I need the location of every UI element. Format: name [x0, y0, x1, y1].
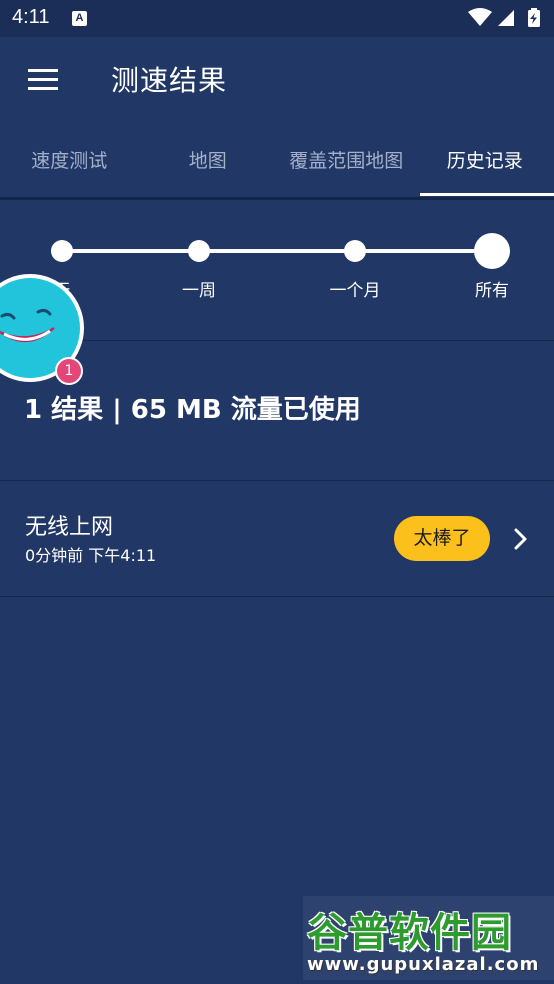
tab-coverage-map[interactable]: 覆盖范围地图 [277, 123, 416, 198]
range-track[interactable] [62, 249, 492, 253]
range-label-month: 一个月 [329, 281, 381, 301]
range-label-all: 所有 [475, 281, 509, 301]
section-divider [0, 596, 554, 597]
battery-icon [528, 8, 540, 27]
range-stop-month[interactable] [344, 240, 366, 262]
page-title: 测速结果 [111, 64, 228, 97]
tab-speed-test[interactable]: 速度测试 [0, 123, 139, 198]
chevron-right-icon[interactable] [512, 527, 530, 551]
signal-icon [498, 10, 514, 26]
status-icons [468, 8, 540, 27]
range-stop-week[interactable] [188, 240, 210, 262]
status-bar: 4:11 A [0, 0, 554, 37]
result-list-item[interactable]: 无线上网 0分钟前 下午4:11 太棒了 [0, 481, 554, 596]
tabs-divider [0, 197, 554, 200]
result-timestamp: 0分钟前 下午4:11 [25, 546, 157, 565]
notification-badge: 1 [55, 357, 83, 385]
hamburger-menu-icon[interactable] [26, 69, 60, 93]
range-label-week: 一周 [182, 281, 216, 301]
tab-bar: 速度测试 地图 覆盖范围地图 历史记录 [0, 123, 554, 198]
tab-history[interactable]: 历史记录 [416, 123, 554, 198]
range-stop-day[interactable] [51, 240, 73, 262]
app-bar: 测速结果 [0, 37, 554, 123]
wifi-icon [468, 8, 492, 26]
result-connection-name: 无线上网 [25, 515, 114, 540]
watermark-title: 谷普软件园 [307, 910, 512, 956]
results-summary: 1 结果 | 65 MB 流量已使用 [24, 395, 361, 425]
tab-map[interactable]: 地图 [139, 123, 278, 198]
range-stop-all[interactable] [474, 233, 510, 269]
rating-badge: 太棒了 [394, 516, 490, 561]
watermark: 谷普软件园 www.gupuxlazal.com [303, 896, 554, 980]
notification-app-icon: A [72, 11, 87, 26]
status-time: 4:11 [12, 6, 50, 28]
watermark-url: www.gupuxlazal.com [307, 954, 540, 975]
